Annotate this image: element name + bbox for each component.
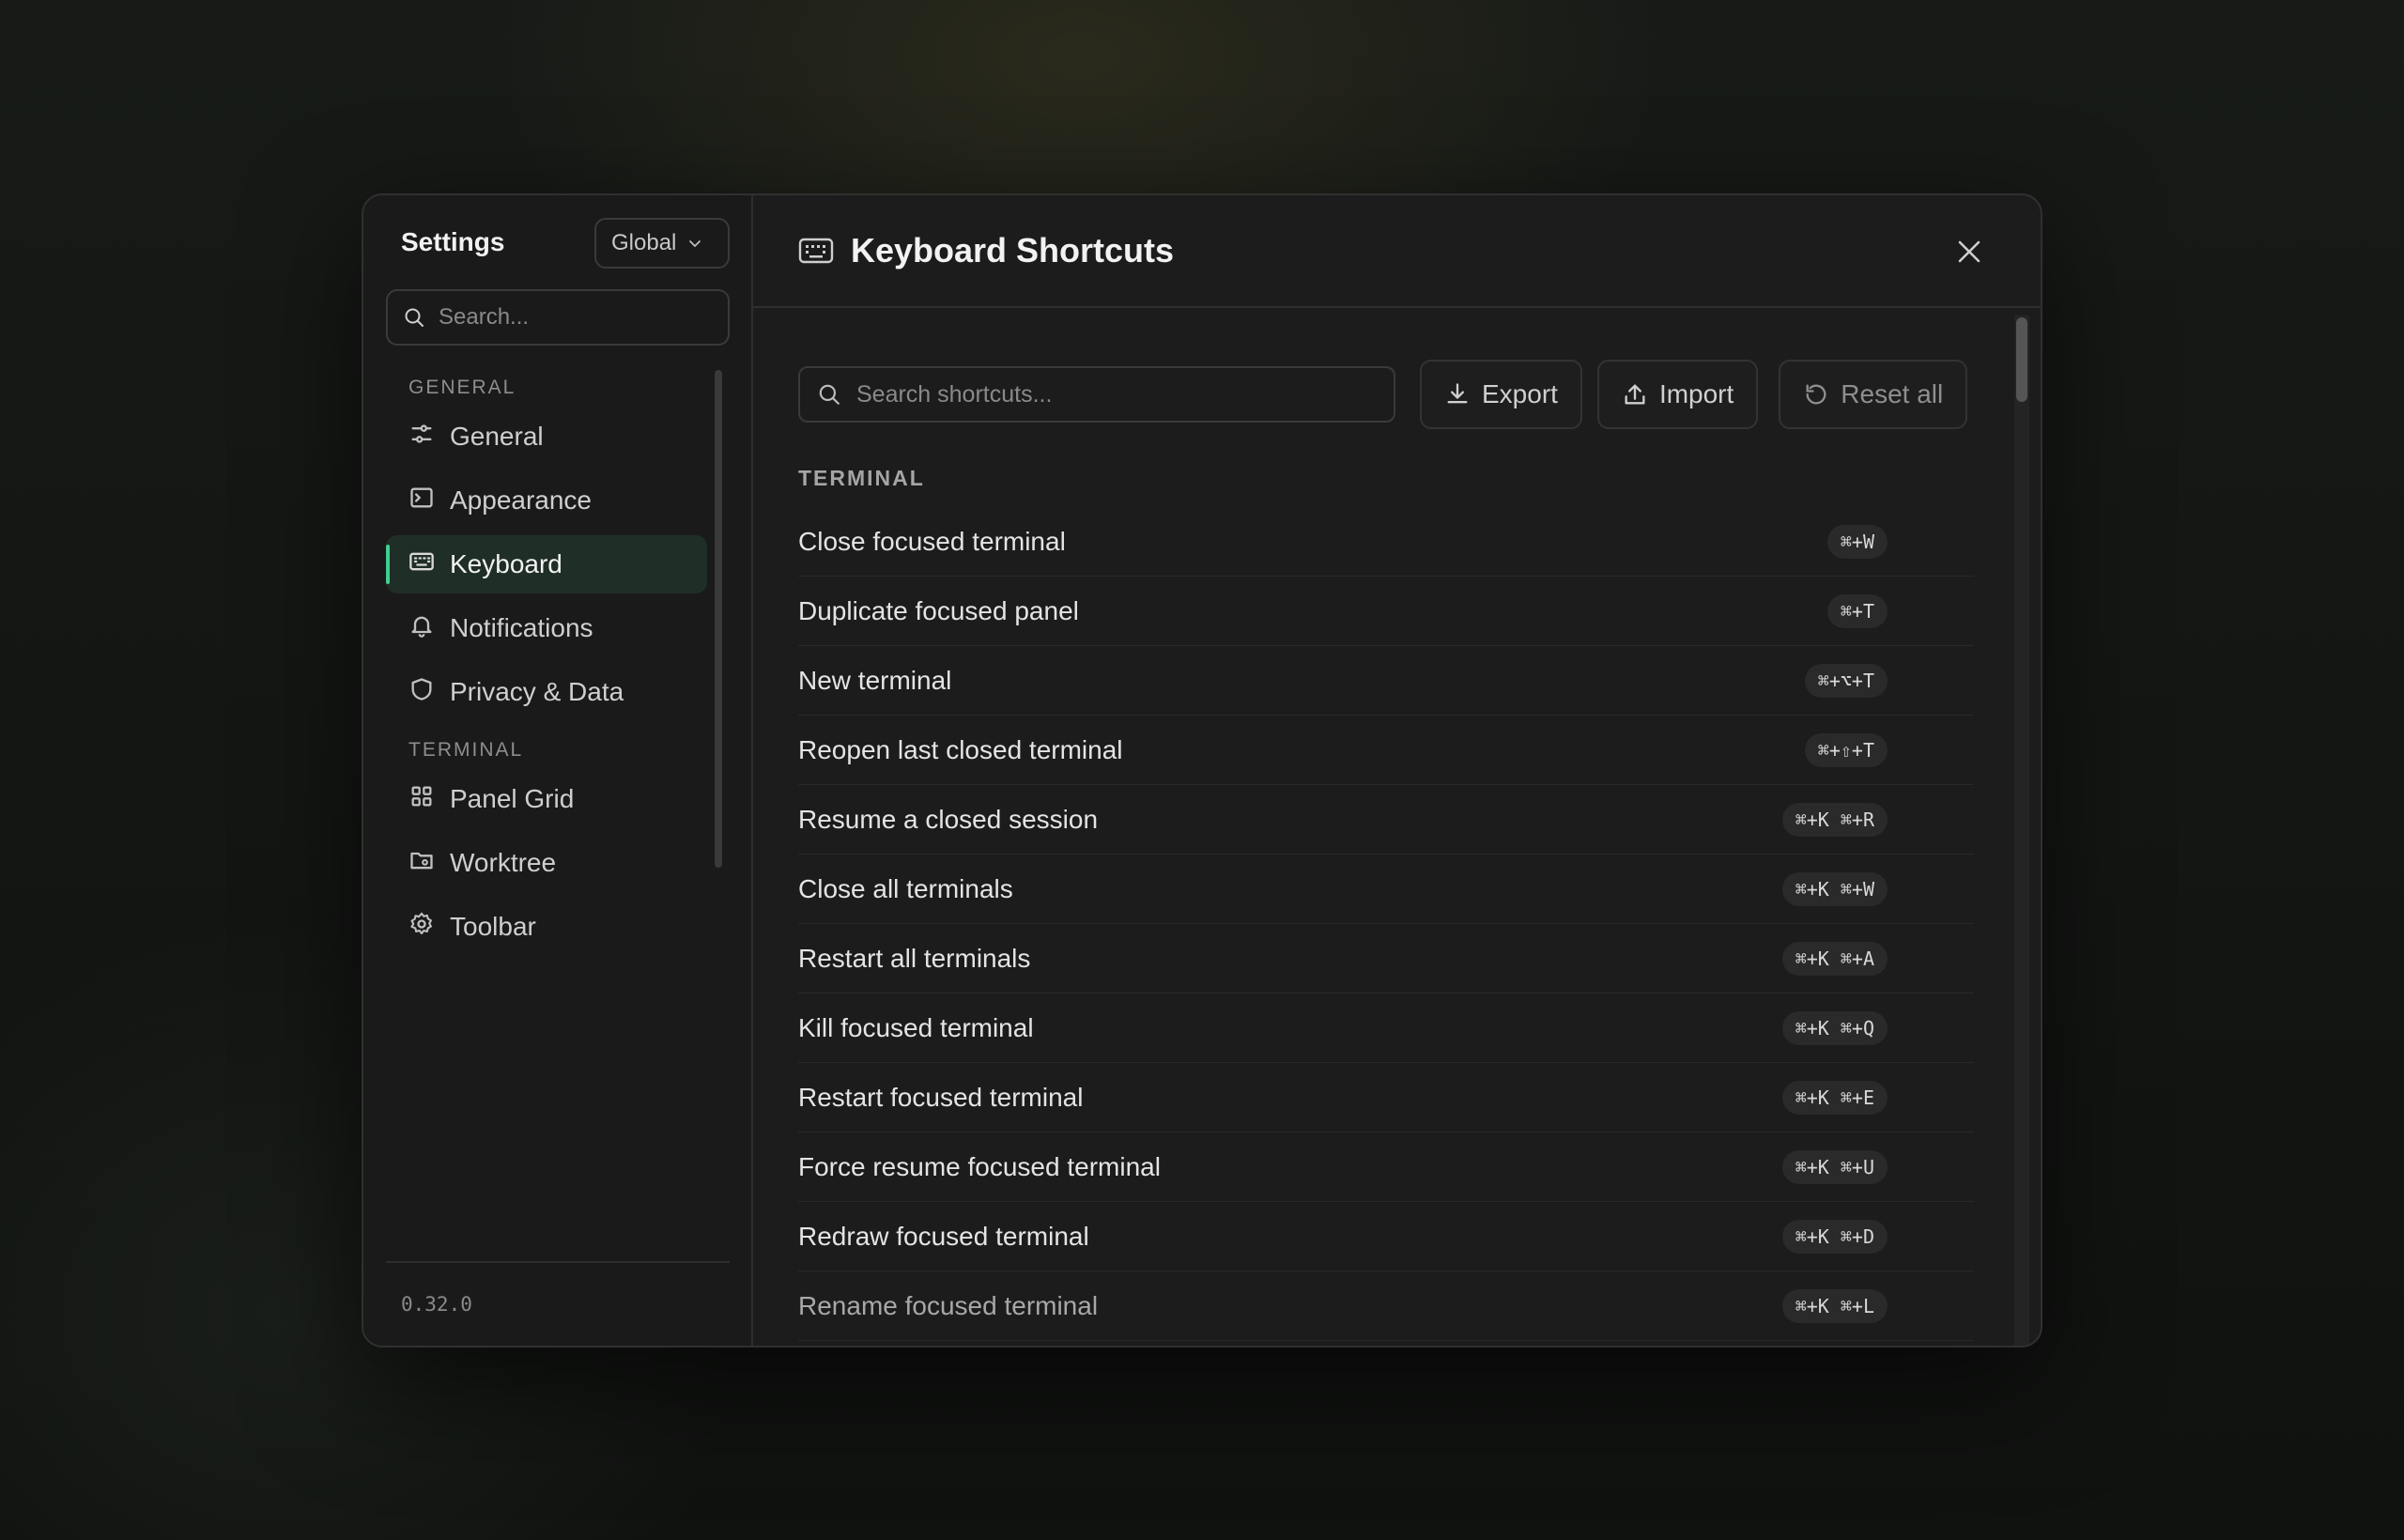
shortcut-list: TERMINAL Close focused terminal ⌘+W Duplic… <box>798 449 1974 1341</box>
shortcut-action: Force resume focused terminal <box>798 1151 1161 1181</box>
sidebar-item-label: Privacy & Data <box>450 677 624 706</box>
shortcut-action: Rename focused terminal <box>798 1290 1099 1320</box>
sidebar-item-notifications[interactable]: Notifications <box>386 599 707 657</box>
shortcut-search-input[interactable]: Search shortcuts... <box>798 366 1395 423</box>
shortcut-row[interactable]: Duplicate focused panel ⌘+T <box>798 577 1974 646</box>
settings-dialog: Settings Global Search... GENERAL General… <box>362 193 2042 1348</box>
scope-dropdown[interactable]: Global <box>594 218 730 269</box>
panel-header: Keyboard Shortcuts <box>753 195 2041 308</box>
shortcut-keys[interactable]: ⌘+K ⌘+U <box>1781 1149 1888 1184</box>
shortcut-row[interactable]: Redraw focused terminal ⌘+K ⌘+D <box>798 1202 1974 1271</box>
shortcut-keys[interactable]: ⌘+K ⌘+D <box>1781 1219 1888 1254</box>
sidebar-item-general[interactable]: General <box>386 408 707 466</box>
shortcut-action: Close all terminals <box>798 873 1013 903</box>
sidebar-title: Settings <box>401 227 505 256</box>
reset-all-label: Reset all <box>1841 379 1944 408</box>
close-icon <box>1958 240 1980 263</box>
shortcut-action: Duplicate focused panel <box>798 595 1079 625</box>
shortcut-rows: Close focused terminal ⌘+W Duplicate focus… <box>798 507 1974 1341</box>
shortcut-keys[interactable]: ⌘+K ⌘+E <box>1781 1080 1888 1115</box>
bell-icon <box>408 612 435 645</box>
main-scrollbar[interactable] <box>2016 317 2027 402</box>
sidebar-item-label: Worktree <box>450 848 557 877</box>
main-scroll-track <box>2014 316 2029 1346</box>
sidebar-scrollbar[interactable] <box>715 370 722 868</box>
shortcut-row[interactable]: Reopen last closed terminal ⌘+⇧+T <box>798 716 1974 785</box>
sidebar-item-label: General <box>450 422 544 451</box>
shortcut-action: Restart all terminals <box>798 943 1031 973</box>
export-label: Export <box>1482 379 1558 408</box>
shortcut-row[interactable]: Resume a closed session ⌘+K ⌘+R <box>798 785 1974 855</box>
shortcut-row[interactable]: Close all terminals ⌘+K ⌘+W <box>798 855 1974 924</box>
shortcuts-toolbar: Search shortcuts... Export Import Reset … <box>798 360 1975 429</box>
shortcut-action: Restart focused terminal <box>798 1082 1084 1112</box>
scope-label: Global <box>611 230 677 255</box>
shortcut-row[interactable]: Restart focused terminal ⌘+K ⌘+E <box>798 1063 1974 1132</box>
shortcut-row[interactable]: New terminal ⌘+⌥+T <box>798 646 1974 716</box>
sidebar-item-worktree[interactable]: Worktree <box>386 834 707 892</box>
search-icon <box>819 384 840 405</box>
sidebar-item-label: Panel Grid <box>450 784 575 813</box>
shortcut-action: Redraw focused terminal <box>798 1221 1089 1251</box>
chevron-down-icon <box>689 240 701 248</box>
settings-search-input[interactable]: Search... <box>386 289 730 346</box>
sidebar-item-privacy-data[interactable]: Privacy & Data <box>386 663 707 721</box>
shortcut-row[interactable]: Restart all terminals ⌘+K ⌘+A <box>798 924 1974 993</box>
settings-nav: GENERAL General Appearance Keyboard Notifica… <box>386 368 707 969</box>
shortcut-search-placeholder: Search shortcuts... <box>856 380 1053 408</box>
shortcut-keys[interactable]: ⌘+K ⌘+W <box>1781 871 1888 906</box>
sidebar-item-panel-grid[interactable]: Panel Grid <box>386 770 707 828</box>
keyboard-icon <box>408 548 435 581</box>
shield-icon <box>408 676 435 709</box>
shortcut-row[interactable]: Rename focused terminal ⌘+K ⌘+L <box>798 1271 1974 1341</box>
gear-icon <box>408 911 435 944</box>
download-icon <box>1447 383 1468 404</box>
sidebar-item-keyboard[interactable]: Keyboard <box>386 535 707 593</box>
nav-section-heading: TERMINAL <box>408 739 524 761</box>
sidebar-item-environment[interactable]: Environment <box>386 962 707 969</box>
settings-sidebar: Settings Global Search... GENERAL General… <box>363 195 753 1346</box>
shortcut-action: New terminal <box>798 665 952 695</box>
shortcut-action: Kill focused terminal <box>798 1012 1034 1042</box>
sliders-icon <box>408 421 435 454</box>
reset-all-button[interactable]: Reset all <box>1779 360 1968 429</box>
sidebar-item-label: Keyboard <box>450 549 562 578</box>
sidebar-item-label: Appearance <box>450 485 593 515</box>
close-button[interactable] <box>1950 233 1988 270</box>
keyboard-icon <box>798 238 834 264</box>
export-button[interactable]: Export <box>1420 360 1582 429</box>
shortcut-keys[interactable]: ⌘+K ⌘+Q <box>1781 1010 1888 1045</box>
sidebar-item-label: Notifications <box>450 613 593 642</box>
shortcut-row[interactable]: Force resume focused terminal ⌘+K ⌘+U <box>798 1132 1974 1202</box>
version-label: 0.32.0 <box>386 1261 730 1346</box>
shortcut-keys[interactable]: ⌘+W <box>1826 524 1888 559</box>
shortcut-keys[interactable]: ⌘+K ⌘+A <box>1781 941 1888 976</box>
import-label: Import <box>1658 379 1734 408</box>
settings-search-placeholder: Search... <box>439 304 530 330</box>
shortcut-keys[interactable]: ⌘+⌥+T <box>1804 663 1888 698</box>
sidebar-item-appearance[interactable]: Appearance <box>386 471 707 530</box>
sidebar-item-label: Toolbar <box>450 912 536 941</box>
keyboard-shortcuts-panel: Keyboard Shortcuts Search shortcuts... E… <box>753 195 2041 1346</box>
shortcut-keys[interactable]: ⌘+T <box>1826 593 1888 628</box>
shortcut-keys[interactable]: ⌘+K ⌘+L <box>1781 1288 1888 1323</box>
shortcut-keys[interactable]: ⌘+⇧+T <box>1804 732 1888 767</box>
grid-icon <box>408 783 435 816</box>
shortcut-action: Reopen last closed terminal <box>798 734 1123 764</box>
import-button[interactable]: Import <box>1596 360 1759 429</box>
shortcut-row[interactable]: Kill focused terminal ⌘+K ⌘+Q <box>798 993 1974 1063</box>
shortcut-action: Close focused terminal <box>798 526 1066 556</box>
upload-icon <box>1625 384 1645 405</box>
sidebar-item-toolbar[interactable]: Toolbar <box>386 898 707 956</box>
reset-icon <box>1806 384 1826 405</box>
shortcut-keys[interactable]: ⌘+K ⌘+R <box>1781 802 1888 837</box>
terminal-window-icon <box>408 485 435 517</box>
folder-git-icon <box>408 847 435 880</box>
panel-title: Keyboard Shortcuts <box>851 231 1175 270</box>
shortcut-action: Resume a closed session <box>798 804 1099 834</box>
nav-section-heading: GENERAL <box>408 377 516 398</box>
shortcut-section-heading: TERMINAL <box>798 466 925 490</box>
search-icon <box>405 308 424 327</box>
shortcut-row[interactable]: Close focused terminal ⌘+W <box>798 507 1974 577</box>
